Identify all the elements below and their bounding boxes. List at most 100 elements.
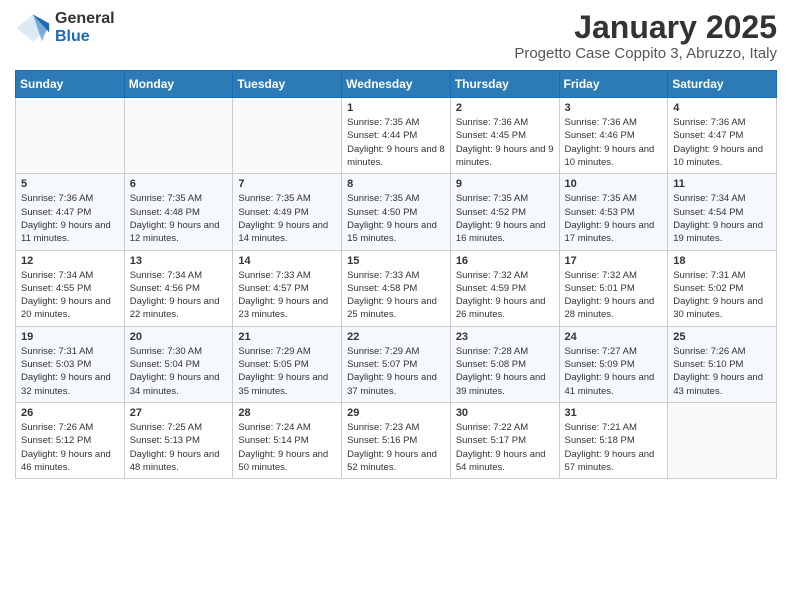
day-info: Sunrise: 7:32 AM Sunset: 4:59 PM Dayligh…: [456, 269, 554, 322]
day-info: Sunrise: 7:35 AM Sunset: 4:50 PM Dayligh…: [347, 192, 445, 245]
calendar-cell: 26 Sunrise: 7:26 AM Sunset: 5:12 PM Dayli…: [16, 402, 125, 478]
day-info: Sunrise: 7:28 AM Sunset: 5:08 PM Dayligh…: [456, 345, 554, 398]
day-number: 15: [347, 255, 445, 267]
day-number: 18: [673, 255, 771, 267]
day-number: 8: [347, 178, 445, 190]
calendar-cell: [668, 402, 777, 478]
day-info: Sunrise: 7:29 AM Sunset: 5:05 PM Dayligh…: [238, 345, 336, 398]
weekday-header-thursday: Thursday: [450, 71, 559, 98]
calendar-cell: 20 Sunrise: 7:30 AM Sunset: 5:04 PM Dayli…: [124, 326, 233, 402]
day-info: Sunrise: 7:31 AM Sunset: 5:02 PM Dayligh…: [673, 269, 771, 322]
day-info: Sunrise: 7:30 AM Sunset: 5:04 PM Dayligh…: [130, 345, 228, 398]
day-info: Sunrise: 7:26 AM Sunset: 5:12 PM Dayligh…: [21, 421, 119, 474]
weekday-header-wednesday: Wednesday: [342, 71, 451, 98]
calendar-cell: [124, 98, 233, 174]
day-info: Sunrise: 7:36 AM Sunset: 4:46 PM Dayligh…: [565, 116, 663, 169]
day-number: 7: [238, 178, 336, 190]
calendar-cell: 31Sunrise: 7:21 AM Sunset: 5:18 PM Dayli…: [559, 402, 668, 478]
weekday-header-monday: Monday: [124, 71, 233, 98]
calendar-cell: 4 Sunrise: 7:36 AM Sunset: 4:47 PM Daylig…: [668, 98, 777, 174]
day-info: Sunrise: 7:31 AM Sunset: 5:03 PM Dayligh…: [21, 345, 119, 398]
day-info: Sunrise: 7:26 AM Sunset: 5:10 PM Dayligh…: [673, 345, 771, 398]
calendar-cell: 10Sunrise: 7:35 AM Sunset: 4:53 PM Dayli…: [559, 174, 668, 250]
day-number: 24: [565, 331, 663, 343]
day-number: 12: [21, 255, 119, 267]
day-number: 11: [673, 178, 771, 190]
calendar-cell: 1 Sunrise: 7:35 AM Sunset: 4:44 PM Daylig…: [342, 98, 451, 174]
day-info: Sunrise: 7:36 AM Sunset: 4:45 PM Dayligh…: [456, 116, 554, 169]
calendar-cell: 28Sunrise: 7:24 AM Sunset: 5:14 PM Dayli…: [233, 402, 342, 478]
calendar-cell: 8 Sunrise: 7:35 AM Sunset: 4:50 PM Daylig…: [342, 174, 451, 250]
weekday-header-tuesday: Tuesday: [233, 71, 342, 98]
day-info: Sunrise: 7:35 AM Sunset: 4:48 PM Dayligh…: [130, 192, 228, 245]
subtitle: Progetto Case Coppito 3, Abruzzo, Italy: [514, 45, 777, 62]
day-number: 6: [130, 178, 228, 190]
calendar-cell: 18 Sunrise: 7:31 AM Sunset: 5:02 PM Dayli…: [668, 250, 777, 326]
day-number: 13: [130, 255, 228, 267]
calendar-table: SundayMondayTuesdayWednesdayThursdayFrid…: [15, 70, 777, 479]
calendar-cell: 25 Sunrise: 7:26 AM Sunset: 5:10 PM Dayli…: [668, 326, 777, 402]
day-number: 4: [673, 102, 771, 114]
calendar-cell: 21 Sunrise: 7:29 AM Sunset: 5:05 PM Dayli…: [233, 326, 342, 402]
day-number: 23: [456, 331, 554, 343]
day-info: Sunrise: 7:33 AM Sunset: 4:57 PM Dayligh…: [238, 269, 336, 322]
calendar-week-1: 1 Sunrise: 7:35 AM Sunset: 4:44 PM Daylig…: [16, 98, 777, 174]
day-number: 28: [238, 407, 336, 419]
calendar-cell: 19Sunrise: 7:31 AM Sunset: 5:03 PM Dayli…: [16, 326, 125, 402]
day-info: Sunrise: 7:32 AM Sunset: 5:01 PM Dayligh…: [565, 269, 663, 322]
weekday-row: SundayMondayTuesdayWednesdayThursdayFrid…: [16, 71, 777, 98]
day-number: 31: [565, 407, 663, 419]
day-info: Sunrise: 7:35 AM Sunset: 4:53 PM Dayligh…: [565, 192, 663, 245]
day-number: 1: [347, 102, 445, 114]
title-block: January 2025 Progetto Case Coppito 3, Ab…: [514, 10, 777, 62]
weekday-header-friday: Friday: [559, 71, 668, 98]
logo-text: General Blue: [55, 10, 115, 45]
calendar-cell: 7 Sunrise: 7:35 AM Sunset: 4:49 PM Daylig…: [233, 174, 342, 250]
day-info: Sunrise: 7:35 AM Sunset: 4:44 PM Dayligh…: [347, 116, 445, 169]
calendar-week-4: 19Sunrise: 7:31 AM Sunset: 5:03 PM Dayli…: [16, 326, 777, 402]
logo-blue-text: Blue: [55, 28, 115, 46]
day-number: 5: [21, 178, 119, 190]
calendar-cell: 29 Sunrise: 7:23 AM Sunset: 5:16 PM Dayli…: [342, 402, 451, 478]
calendar-body: 1 Sunrise: 7:35 AM Sunset: 4:44 PM Daylig…: [16, 98, 777, 479]
month-title: January 2025: [514, 10, 777, 45]
calendar-cell: 15Sunrise: 7:33 AM Sunset: 4:58 PM Dayli…: [342, 250, 451, 326]
calendar-week-5: 26 Sunrise: 7:26 AM Sunset: 5:12 PM Dayli…: [16, 402, 777, 478]
day-info: Sunrise: 7:35 AM Sunset: 4:52 PM Dayligh…: [456, 192, 554, 245]
calendar-cell: 5 Sunrise: 7:36 AM Sunset: 4:47 PM Daylig…: [16, 174, 125, 250]
day-number: 20: [130, 331, 228, 343]
calendar-cell: 17Sunrise: 7:32 AM Sunset: 5:01 PM Dayli…: [559, 250, 668, 326]
calendar-cell: 16Sunrise: 7:32 AM Sunset: 4:59 PM Dayli…: [450, 250, 559, 326]
calendar-cell: 3Sunrise: 7:36 AM Sunset: 4:46 PM Daylig…: [559, 98, 668, 174]
day-info: Sunrise: 7:36 AM Sunset: 4:47 PM Dayligh…: [21, 192, 119, 245]
calendar-cell: 24 Sunrise: 7:27 AM Sunset: 5:09 PM Dayli…: [559, 326, 668, 402]
calendar-cell: [16, 98, 125, 174]
day-info: Sunrise: 7:27 AM Sunset: 5:09 PM Dayligh…: [565, 345, 663, 398]
logo: General Blue: [15, 10, 115, 46]
calendar-cell: 14Sunrise: 7:33 AM Sunset: 4:57 PM Dayli…: [233, 250, 342, 326]
calendar-cell: 30 Sunrise: 7:22 AM Sunset: 5:17 PM Dayli…: [450, 402, 559, 478]
day-info: Sunrise: 7:23 AM Sunset: 5:16 PM Dayligh…: [347, 421, 445, 474]
day-info: Sunrise: 7:34 AM Sunset: 4:54 PM Dayligh…: [673, 192, 771, 245]
day-number: 9: [456, 178, 554, 190]
day-number: 22: [347, 331, 445, 343]
calendar-header: SundayMondayTuesdayWednesdayThursdayFrid…: [16, 71, 777, 98]
calendar-cell: 11 Sunrise: 7:34 AM Sunset: 4:54 PM Dayli…: [668, 174, 777, 250]
day-number: 29: [347, 407, 445, 419]
day-number: 21: [238, 331, 336, 343]
calendar-cell: 27Sunrise: 7:25 AM Sunset: 5:13 PM Dayli…: [124, 402, 233, 478]
calendar-cell: 2Sunrise: 7:36 AM Sunset: 4:45 PM Daylig…: [450, 98, 559, 174]
day-info: Sunrise: 7:36 AM Sunset: 4:47 PM Dayligh…: [673, 116, 771, 169]
day-number: 26: [21, 407, 119, 419]
calendar-cell: 23 Sunrise: 7:28 AM Sunset: 5:08 PM Dayli…: [450, 326, 559, 402]
logo-general-text: General: [55, 10, 115, 28]
day-info: Sunrise: 7:34 AM Sunset: 4:55 PM Dayligh…: [21, 269, 119, 322]
day-number: 25: [673, 331, 771, 343]
day-number: 30: [456, 407, 554, 419]
calendar-cell: 12 Sunrise: 7:34 AM Sunset: 4:55 PM Dayli…: [16, 250, 125, 326]
calendar-week-3: 12 Sunrise: 7:34 AM Sunset: 4:55 PM Dayli…: [16, 250, 777, 326]
calendar-cell: 22Sunrise: 7:29 AM Sunset: 5:07 PM Dayli…: [342, 326, 451, 402]
calendar-cell: 13Sunrise: 7:34 AM Sunset: 4:56 PM Dayli…: [124, 250, 233, 326]
day-info: Sunrise: 7:22 AM Sunset: 5:17 PM Dayligh…: [456, 421, 554, 474]
day-info: Sunrise: 7:35 AM Sunset: 4:49 PM Dayligh…: [238, 192, 336, 245]
